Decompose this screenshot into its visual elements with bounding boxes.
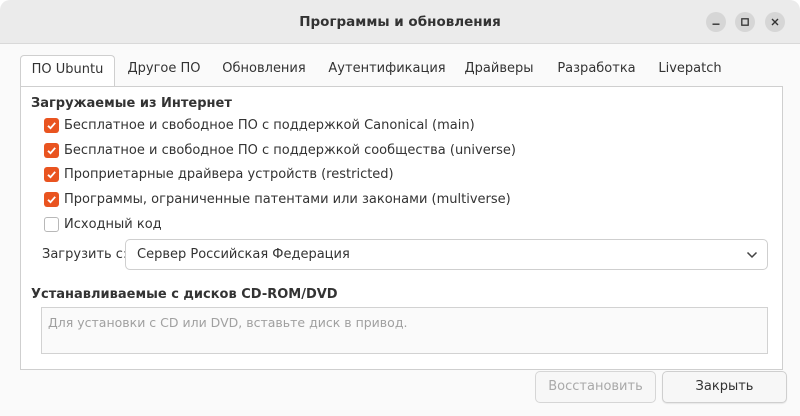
checkbox-main-box[interactable] (44, 118, 59, 133)
title-bar[interactable]: Программы и обновления (0, 0, 800, 44)
checkmark-icon (47, 147, 56, 155)
tab-development[interactable]: Разработка (549, 55, 644, 86)
tab-other-software[interactable]: Другое ПО (119, 55, 209, 86)
minimize-icon (712, 23, 720, 25)
restore-button[interactable]: Восстановить (535, 371, 656, 403)
tab-updates[interactable]: Обновления (216, 55, 312, 86)
checkbox-multiverse-box[interactable] (44, 192, 59, 207)
tab-bar: ПО Ubuntu Другое ПО Обновления Аутентифи… (20, 55, 780, 87)
window-title: Программы и обновления (299, 14, 501, 30)
download-from-label: Загрузить с: (42, 247, 128, 262)
maximize-icon (741, 18, 749, 26)
cdrom-section-heading: Устанавливаемые с дисков CD-ROM/DVD (31, 287, 338, 302)
checkbox-universe-label: Бесплатное и свободное ПО с поддержкой с… (64, 143, 516, 158)
download-server-value: Сервер Российская Федерация (137, 247, 350, 262)
minimize-button[interactable] (706, 12, 726, 32)
tab-drivers[interactable]: Драйверы (457, 55, 541, 86)
cdrom-list[interactable]: Для установки с CD или DVD, вставьте дис… (41, 307, 768, 354)
maximize-button[interactable] (735, 12, 755, 32)
checkbox-universe-box[interactable] (44, 143, 59, 158)
close-icon (771, 18, 779, 26)
checkbox-restricted-label: Проприетарные драйвера устройств (restri… (64, 167, 394, 182)
tab-livepatch[interactable]: Livepatch (652, 55, 728, 86)
checkbox-source-code-box[interactable] (44, 217, 59, 232)
tab-ubuntu-software[interactable]: ПО Ubuntu (20, 55, 115, 87)
cdrom-placeholder: Для установки с CD или DVD, вставьте дис… (48, 315, 408, 330)
close-button[interactable]: Закрыть (662, 371, 787, 403)
software-updates-window: Программы и обновления ПО Ubuntu Другое … (0, 0, 800, 416)
chevron-down-icon (746, 251, 758, 259)
close-window-button[interactable] (765, 12, 785, 32)
checkmark-icon (47, 122, 56, 130)
download-server-select[interactable]: Сервер Российская Федерация (125, 239, 768, 270)
internet-section-heading: Загружаемые из Интернет (31, 96, 232, 111)
checkmark-icon (47, 171, 56, 179)
checkmark-icon (47, 196, 56, 204)
checkbox-main-label: Бесплатное и свободное ПО с поддержкой C… (64, 118, 475, 133)
checkbox-restricted-box[interactable] (44, 167, 59, 182)
checkbox-multiverse-label: Программы, ограниченные патентами или за… (64, 192, 511, 207)
checkbox-source-code-label: Исходный код (64, 217, 162, 232)
tab-authentication[interactable]: Аутентификация (323, 55, 451, 86)
